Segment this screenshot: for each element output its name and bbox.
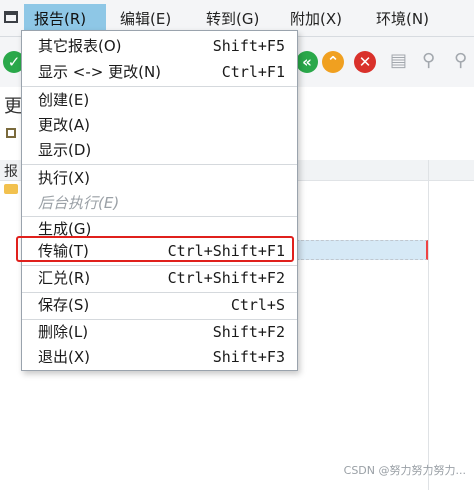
menu-item-label: 汇兑(R)	[38, 269, 91, 287]
menu-item-shortcut: Shift+F3	[212, 348, 285, 366]
report-dropdown-menu: 其它报表(O) Shift+F5 显示 <-> 更改(N) Ctrl+F1 创建…	[21, 30, 298, 371]
menu-item-delete[interactable]: 删除(L) Shift+F2	[22, 319, 297, 345]
print-icon[interactable]: ▤	[390, 51, 407, 71]
watermark: CSDN @努力努力努力...	[343, 464, 466, 477]
cancel-icon[interactable]: ✕	[354, 51, 376, 73]
nav-up-icon[interactable]: ⌃	[322, 51, 344, 73]
menu-item-save[interactable]: 保存(S) Ctrl+S	[22, 292, 297, 318]
menu-item-execute[interactable]: 执行(X)	[22, 165, 297, 191]
menu-item-label: 保存(S)	[38, 296, 90, 314]
menu-item-shortcut: Ctrl+F1	[221, 63, 285, 81]
find-next-icon[interactable]: ⚲	[454, 51, 467, 71]
menu-item-label: 后台执行(E)	[38, 194, 120, 212]
menu-item-label: 显示 <-> 更改(N)	[38, 63, 162, 81]
menu-item-label: 退出(X)	[38, 348, 90, 366]
menu-item-background-execute: 后台执行(E)	[22, 190, 297, 216]
menu-item-label: 创建(E)	[38, 91, 90, 109]
menu-environment[interactable]: 环境(N)	[366, 4, 439, 34]
window-menu-icon[interactable]	[4, 11, 18, 23]
menu-item-other-reports[interactable]: 其它报表(O) Shift+F5	[22, 33, 297, 59]
menu-item-create[interactable]: 创建(E)	[22, 87, 297, 113]
column-divider	[428, 160, 429, 490]
menu-item-label: 显示(D)	[38, 141, 92, 159]
tree-toggle-icon[interactable]	[6, 128, 16, 138]
title-fragment: 更	[4, 96, 22, 117]
find-icon[interactable]: ⚲	[422, 51, 435, 71]
menu-item-change[interactable]: 更改(A)	[22, 112, 297, 138]
menu-item-label: 其它报表(O)	[38, 37, 122, 55]
menu-item-label: 执行(X)	[38, 169, 90, 187]
highlight-annotation	[16, 236, 294, 262]
menu-item-shortcut: Ctrl+S	[230, 296, 285, 314]
menu-item-shortcut: Shift+F2	[212, 323, 285, 341]
menu-item-exit[interactable]: 退出(X) Shift+F3	[22, 344, 297, 370]
menu-item-display-change[interactable]: 显示 <-> 更改(N) Ctrl+F1	[22, 59, 297, 85]
menu-item-label: 删除(L)	[38, 323, 89, 341]
menu-item-exchange[interactable]: 汇兑(R) Ctrl+Shift+F2	[22, 265, 297, 291]
tree-header-label: 报	[4, 164, 18, 180]
nav-left-icon[interactable]: «	[296, 51, 318, 73]
menu-item-label: 更改(A)	[38, 116, 90, 134]
menu-item-display[interactable]: 显示(D)	[22, 137, 297, 163]
menu-item-shortcut: Ctrl+Shift+F2	[167, 269, 285, 287]
menu-item-shortcut: Shift+F5	[212, 37, 285, 55]
selected-tree-row[interactable]	[296, 240, 428, 260]
folder-icon[interactable]	[4, 184, 18, 194]
